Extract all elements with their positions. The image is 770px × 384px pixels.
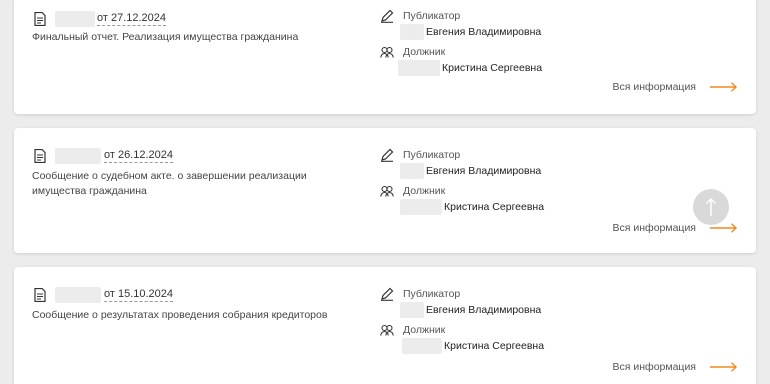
people-icon <box>380 46 394 58</box>
publisher-label: Публикатор <box>403 10 461 22</box>
redacted-surname <box>402 338 442 354</box>
publisher-label: Публикатор <box>403 149 461 161</box>
redacted-surname <box>400 302 424 318</box>
all-info-label: Вся информация <box>612 81 696 93</box>
redacted-number <box>55 11 95 27</box>
publisher-name[interactable]: Евгения Владимировна <box>426 26 541 38</box>
document-date[interactable]: от 26.12.2024 <box>104 149 174 163</box>
debtor-name[interactable]: Кристина Сергеевна <box>444 340 544 352</box>
all-info-link[interactable]: Вся информация <box>613 222 738 234</box>
message-card: от 26.12.2024 Сообщение о судебном акте.… <box>14 128 756 253</box>
all-info-label: Вся информация <box>612 222 696 234</box>
debtor-label: Должник <box>403 324 446 336</box>
document-icon <box>34 149 46 163</box>
pencil-icon <box>381 287 394 301</box>
debtor-label: Должник <box>403 185 446 197</box>
debtor-block: Должник Кристина Сергеевна <box>380 45 542 76</box>
arrow-up-icon <box>706 198 716 216</box>
publisher-label: Публикатор <box>403 288 461 300</box>
document-line: от 26.12.2024 <box>34 148 174 164</box>
debtor-name[interactable]: Кристина Сергеевна <box>444 201 544 213</box>
message-card: от 27.12.2024 Финальный отчет. Реализаци… <box>14 0 756 114</box>
redacted-surname <box>400 163 424 179</box>
debtor-block: Должник Кристина Сергеевна <box>380 184 544 215</box>
pencil-icon <box>381 9 394 23</box>
document-icon <box>34 12 46 26</box>
publisher-name[interactable]: Евгения Владимировна <box>426 304 541 316</box>
redacted-surname <box>400 24 424 40</box>
redacted-surname <box>400 199 442 215</box>
people-icon <box>380 185 394 197</box>
publisher-name[interactable]: Евгения Владимировна <box>426 165 541 177</box>
document-icon <box>34 288 46 302</box>
redacted-number <box>55 148 101 164</box>
document-date[interactable]: от 27.12.2024 <box>97 12 167 26</box>
document-line: от 27.12.2024 <box>34 11 167 27</box>
document-description: Сообщение о результатах проведения собра… <box>32 309 328 321</box>
publisher-block: Публикатор Евгения Владимировна <box>380 287 541 318</box>
all-info-link[interactable]: Вся информация <box>613 81 738 93</box>
redacted-number <box>55 287 101 303</box>
people-icon <box>380 324 394 336</box>
arrow-right-icon <box>710 362 738 372</box>
all-info-link[interactable]: Вся информация <box>613 361 738 373</box>
message-card: от 15.10.2024 Сообщение о результатах пр… <box>14 267 756 384</box>
pencil-icon <box>381 148 394 162</box>
document-line: от 15.10.2024 <box>34 287 174 303</box>
document-description: Сообщение о судебном акте. о завершении … <box>32 170 307 197</box>
document-date[interactable]: от 15.10.2024 <box>104 288 174 302</box>
redacted-surname <box>398 60 440 76</box>
publisher-block: Публикатор Евгения Владимировна <box>380 148 541 179</box>
debtor-name[interactable]: Кристина Сергеевна <box>442 62 542 74</box>
debtor-label: Должник <box>403 46 446 58</box>
publisher-block: Публикатор Евгения Владимировна <box>380 9 541 40</box>
scroll-to-top-button[interactable] <box>693 189 729 225</box>
document-description: Финальный отчет. Реализация имущества гр… <box>32 31 299 43</box>
arrow-right-icon <box>710 82 738 92</box>
all-info-label: Вся информация <box>612 361 696 373</box>
debtor-block: Должник Кристина Сергеевна <box>380 323 544 354</box>
